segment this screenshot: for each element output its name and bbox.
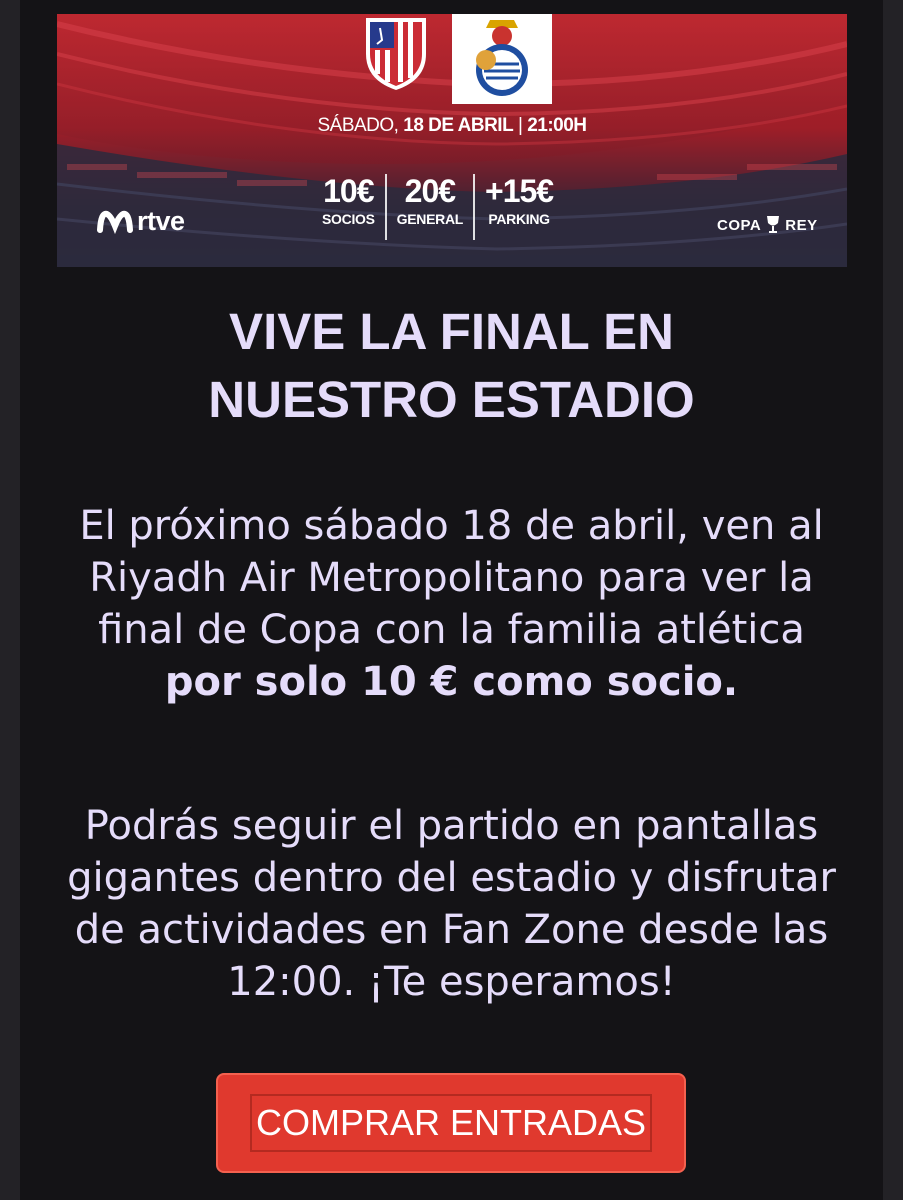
sponsor-logos: rtve: [97, 204, 185, 238]
trophy-icon: [767, 216, 780, 233]
price-value: 10€: [323, 173, 374, 209]
intro-price-highlight: por solo 10 € como socio.: [164, 659, 739, 705]
price-label: GENERAL: [396, 211, 464, 227]
price-value: +15€: [485, 173, 554, 209]
copa-text: COPA: [717, 216, 762, 234]
intro-paragraph: El próximo sábado 18 de abril, ven al Ri…: [60, 500, 843, 708]
match-time: 21:00H: [527, 115, 587, 136]
price-value: 20€: [404, 173, 456, 209]
real-sociedad-crest-icon: [452, 14, 552, 104]
match-date-time: SÁBADO, 18 DE ABRIL | 21:00H: [57, 115, 847, 137]
price-list: 10€ SOCIOS 20€ GENERAL +15€ PARKING: [312, 174, 602, 240]
buy-tickets-label[interactable]: COMPRAR ENTRADAS: [249, 1094, 653, 1152]
price-label: PARKING: [488, 211, 550, 227]
details-paragraph: Podrás seguir el partido en pantallas gi…: [60, 800, 843, 1008]
date-separator: |: [517, 115, 523, 136]
page-gutter-left: [0, 0, 20, 1200]
price-socios: 10€ SOCIOS: [312, 174, 385, 240]
movistar-logo-icon: [97, 210, 133, 234]
price-general: 20€ GENERAL: [384, 173, 473, 240]
title-line-1: VIVE LA FINAL EN: [229, 303, 674, 360]
price-label: SOCIOS: [322, 211, 375, 227]
title-line-2: NUESTRO ESTADIO: [208, 371, 695, 428]
copa-del-rey-logo: COPA REY: [717, 214, 818, 236]
atletico-crest-icon: [362, 14, 430, 104]
match-banner-image[interactable]: SÁBADO, 18 DE ABRIL | 21:00H 10€ SOCIOS …: [57, 14, 847, 267]
buy-tickets-button[interactable]: COMPRAR ENTRADAS: [216, 1073, 686, 1173]
rey-text: REY: [785, 216, 818, 234]
price-parking: +15€ PARKING: [473, 174, 563, 240]
details-text: Podrás seguir el partido en pantallas gi…: [67, 803, 836, 1005]
date-bold: 18 DE ABRIL: [403, 115, 514, 136]
intro-text: El próximo sábado 18 de abril, ven al Ri…: [79, 503, 824, 653]
page-title: VIVE LA FINAL EN NUESTRO ESTADIO: [60, 298, 843, 434]
page-gutter-right: [883, 0, 903, 1200]
date-prefix: SÁBADO,: [317, 115, 399, 136]
rtve-logo: rtve: [137, 205, 185, 236]
